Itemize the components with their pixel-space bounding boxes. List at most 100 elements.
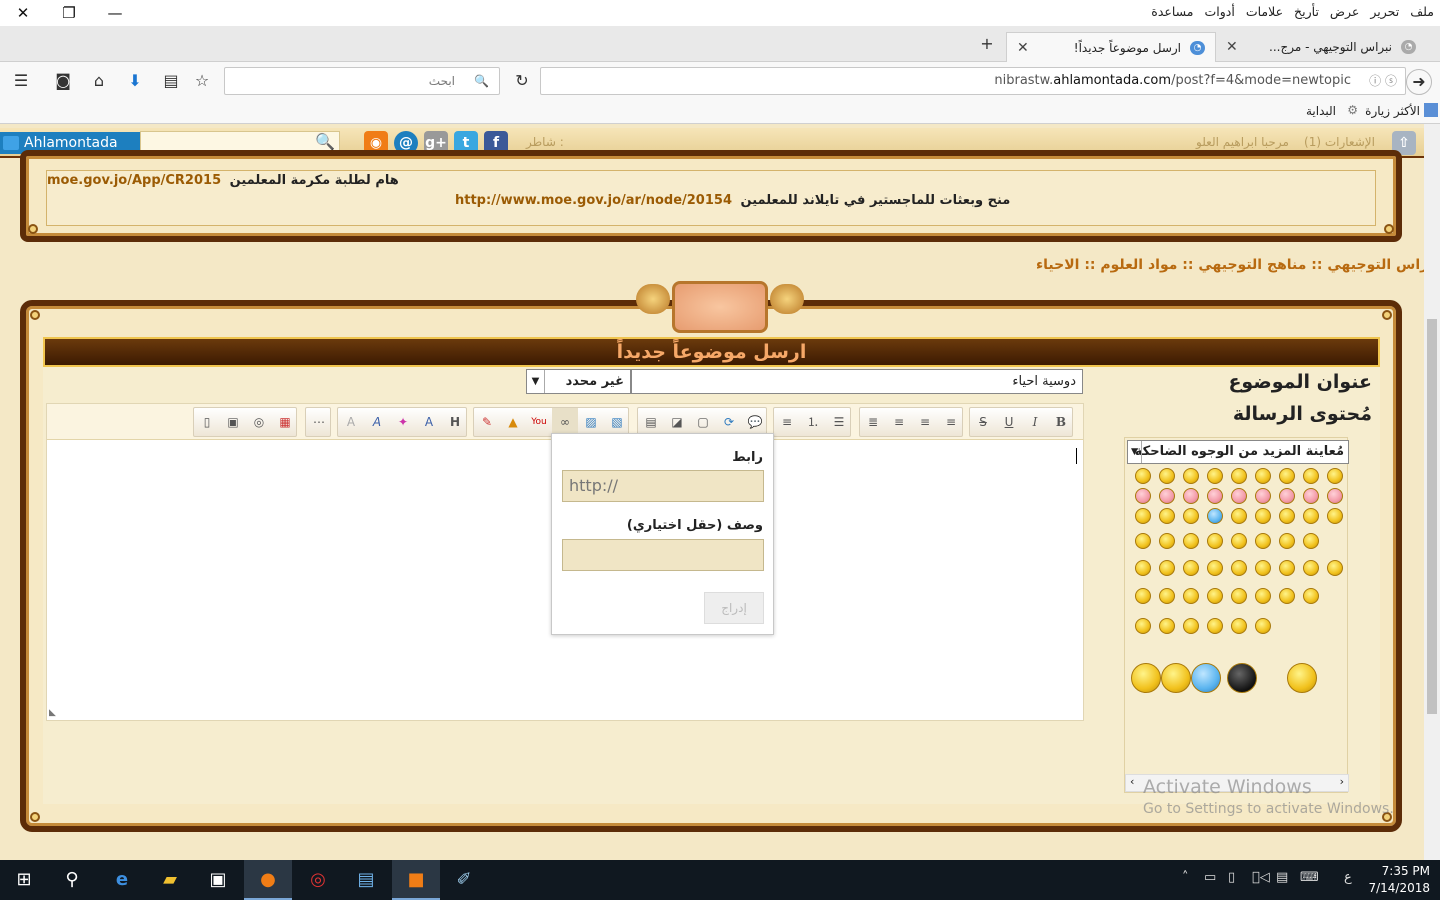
menu-bookmarks[interactable]: علامات — [1246, 4, 1283, 19]
smiley-icon[interactable] — [1303, 588, 1319, 604]
flash-icon[interactable]: ✎ — [474, 408, 500, 436]
smiley-icon[interactable] — [1135, 468, 1151, 484]
edge-icon[interactable]: e — [98, 860, 146, 900]
bookmark-most-visited[interactable]: الأكثر زيارة — [1365, 104, 1420, 118]
smiley-icon[interactable] — [1207, 533, 1223, 549]
scrollbar-thumb[interactable] — [1427, 319, 1437, 714]
smiley-icon[interactable] — [1183, 618, 1199, 634]
smiley-icon[interactable] — [1327, 508, 1343, 524]
announcement-1-link[interactable]: moe.gov.jo/App/CR2015 — [47, 173, 221, 188]
menu-file[interactable]: ملف — [1410, 4, 1434, 19]
reload-icon[interactable]: ↻ — [510, 69, 534, 93]
smiley-icon[interactable] — [1255, 468, 1271, 484]
smiley-icon[interactable] — [1231, 508, 1247, 524]
indent-icon[interactable]: ≡ — [774, 408, 800, 436]
tab-new-topic[interactable]: ◔ ارسل موضوعاً جديداً! ✕ — [1006, 32, 1216, 62]
smiley-icon[interactable] — [1279, 560, 1295, 576]
italic-icon[interactable]: I — [1022, 408, 1048, 436]
smiley-icon[interactable] — [1183, 533, 1199, 549]
keyboard-icon[interactable]: ⌨ — [1300, 870, 1319, 885]
bold-icon[interactable]: B — [1048, 408, 1074, 436]
bookmark-home[interactable]: البداية — [1306, 104, 1336, 118]
menu-view[interactable]: عرض — [1330, 4, 1359, 19]
reading-list-icon[interactable]: ▤ — [159, 69, 183, 93]
orange-app-icon[interactable]: ■ — [392, 860, 440, 900]
download-icon[interactable]: ⬇ — [123, 69, 147, 93]
smiley-icon[interactable] — [1207, 488, 1223, 504]
smiley-icon[interactable] — [1207, 588, 1223, 604]
smiley-icon[interactable] — [1287, 663, 1317, 693]
smilies-select[interactable]: مُعاينة المزيد من الوجوه الضاحكة ▼ — [1127, 440, 1349, 464]
language-indicator[interactable]: ع — [1344, 870, 1352, 885]
new-tab-icon[interactable]: + — [975, 32, 999, 56]
smiley-icon[interactable] — [1303, 508, 1319, 524]
app-window-icon[interactable]: ▤ — [342, 860, 390, 900]
smiley-icon[interactable] — [1231, 488, 1247, 504]
tray-expand-icon[interactable]: ˄ — [1182, 870, 1189, 885]
smiley-icon[interactable] — [1303, 533, 1319, 549]
home-icon[interactable]: ⌂ — [87, 69, 111, 93]
search-icon[interactable]: 🔍 — [315, 132, 335, 151]
hamburger-menu-icon[interactable]: ☰ — [9, 69, 33, 93]
menu-history[interactable]: تأريخ — [1294, 4, 1319, 19]
smiley-icon[interactable] — [1231, 533, 1247, 549]
smiley-icon[interactable] — [1207, 560, 1223, 576]
smiley-icon[interactable] — [1159, 508, 1175, 524]
smiley-icon[interactable] — [1183, 508, 1199, 524]
smiley-icon[interactable] — [1135, 508, 1151, 524]
smiley-icon[interactable] — [1303, 560, 1319, 576]
tab-forum-home[interactable]: ◔ نبراس التوجيهي - مرج... ✕ — [1216, 32, 1426, 62]
url-bar[interactable]: nibrastw.ahlamontada.com/post?f=4&mode=n… — [540, 67, 1406, 95]
notification-message-icon[interactable]: ▤ — [1276, 870, 1288, 885]
smiley-icon[interactable] — [1183, 588, 1199, 604]
bullet-list-icon[interactable]: ☰ — [826, 408, 852, 436]
site-info-icon[interactable]: ⓘ ⓢ — [1369, 68, 1397, 94]
smiley-icon[interactable] — [1279, 508, 1295, 524]
smiley-icon[interactable] — [1207, 508, 1223, 524]
numbered-list-icon[interactable]: ⒈ — [800, 408, 826, 436]
subject-input[interactable]: دوسية احياء — [631, 369, 1083, 394]
host-image-icon[interactable]: ▧ — [604, 408, 630, 436]
description-input[interactable] — [562, 539, 764, 571]
smiley-icon[interactable] — [1255, 508, 1271, 524]
smiley-icon[interactable] — [1255, 618, 1271, 634]
menu-help[interactable]: مساعدة — [1151, 4, 1193, 19]
smiley-icon[interactable] — [1279, 588, 1295, 604]
table-icon[interactable]: ▤ — [638, 408, 664, 436]
close-tab-icon[interactable]: ✕ — [1017, 33, 1029, 62]
align-right-icon[interactable]: ≡ — [886, 408, 912, 436]
align-justify-icon[interactable]: ≣ — [860, 408, 886, 436]
smiley-icon[interactable] — [1279, 468, 1295, 484]
color-icon[interactable]: ✦ — [390, 408, 416, 436]
battery-icon[interactable]: ▭ — [1204, 870, 1216, 885]
smiley-icon[interactable] — [1231, 560, 1247, 576]
smiley-icon[interactable] — [1159, 468, 1175, 484]
minimize-window-button[interactable]: — — [100, 2, 130, 24]
insert-button[interactable]: إدراج — [704, 592, 764, 624]
start-icon[interactable]: ⊞ — [0, 860, 48, 900]
font-size-icon[interactable]: A — [416, 408, 442, 436]
network-icon[interactable]: ▯ — [1228, 870, 1235, 885]
smiley-icon[interactable] — [1135, 488, 1151, 504]
font-icon[interactable]: A — [364, 408, 390, 436]
smiley-icon[interactable] — [1183, 488, 1199, 504]
announcement-2-link[interactable]: http://www.moe.gov.jo/ar/node/20154 — [455, 193, 732, 208]
pocket-icon[interactable]: ◙ — [51, 69, 75, 93]
smiley-icon[interactable] — [1255, 560, 1271, 576]
announcement-1[interactable]: moe.gov.jo/App/CR2015 هام لطلبة مكرمة ال… — [47, 173, 399, 188]
smiley-icon[interactable] — [1279, 533, 1295, 549]
smiley-icon[interactable] — [1327, 468, 1343, 484]
smiley-icon[interactable] — [1227, 663, 1257, 693]
volume-icon[interactable]: ◁ׅ — [1252, 870, 1270, 885]
user-name[interactable]: مرحبا ابراهيم العلو — [1196, 135, 1289, 149]
link-icon[interactable]: ∞ — [552, 408, 578, 436]
smiley-icon[interactable] — [1327, 560, 1343, 576]
search-icon[interactable]: ⚲ — [48, 860, 96, 900]
file-explorer-icon[interactable]: ▰ — [146, 860, 194, 900]
align-center-icon[interactable]: ≡ — [912, 408, 938, 436]
url-input[interactable]: http:// — [562, 470, 764, 502]
heading-icon[interactable]: H — [442, 408, 468, 436]
smiley-icon[interactable] — [1255, 588, 1271, 604]
menu-tools[interactable]: أدوات — [1205, 4, 1235, 19]
smiley-icon[interactable] — [1303, 468, 1319, 484]
